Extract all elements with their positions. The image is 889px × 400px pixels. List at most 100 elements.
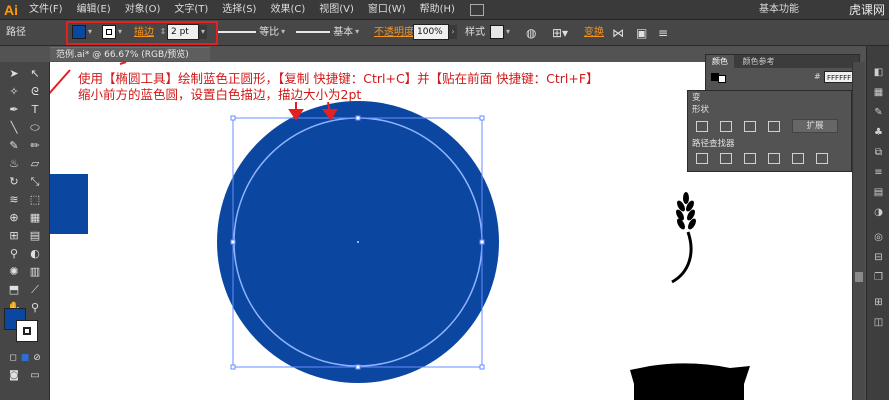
recolor-icon[interactable]: ◍ — [526, 24, 536, 42]
transform-button[interactable]: 变换 — [584, 24, 604, 42]
line-tool-icon[interactable]: ╲ — [5, 120, 23, 136]
pathfinder-icon[interactable]: ◫ — [871, 316, 886, 330]
tab-color-guide[interactable]: 颜色参考 — [737, 55, 781, 68]
screen-mode-icon[interactable]: ▭ — [26, 368, 44, 384]
right-panel-dock: ◧ ▦ ✎ ♣ ⧉ ≡ ▤ ◑ ◎ ⊟ ❐ ⊞ ◫ — [866, 46, 889, 400]
isolate-icon[interactable]: ▣ — [636, 24, 647, 42]
pen-tool-icon[interactable]: ✒ — [5, 102, 23, 118]
menu-edit[interactable]: 编辑(E) — [70, 0, 118, 20]
zoom-tool-icon[interactable]: ⚲ — [26, 300, 44, 316]
magic-wand-icon[interactable]: ✧ — [5, 84, 23, 100]
stroke-color-box[interactable] — [16, 320, 38, 342]
collapsed-tab-shape[interactable]: 形状 — [692, 103, 709, 115]
exclude-icon[interactable] — [768, 121, 780, 132]
toolbox: ➤ ↖ ✧ ᘓ ✒ T ╲ ⬭ ✎ ✏ ♨ ▱ ↻ ⤡ ≋ ⬚ ⊕ ▦ ⊞ ▤ … — [0, 62, 50, 400]
symbols-icon[interactable]: ♣ — [871, 126, 886, 140]
opacity-control[interactable]: 100% › — [413, 24, 457, 42]
opacity-label[interactable]: 不透明度 — [374, 24, 414, 42]
bridge-icon[interactable] — [469, 3, 484, 16]
menu-view[interactable]: 视图(V) — [312, 0, 361, 20]
shape-builder-icon[interactable]: ⊕ — [5, 210, 23, 226]
width-tool-icon[interactable]: ≋ — [5, 192, 23, 208]
artboard-tool-icon[interactable]: ⬒ — [5, 282, 23, 298]
color-panel-tabs: 颜色 颜色参考 — [706, 55, 859, 68]
selection-tool-icon[interactable]: ➤ — [5, 66, 23, 82]
mesh-tool-icon[interactable]: ⊞ — [5, 228, 23, 244]
menu-window[interactable]: 窗口(W) — [361, 0, 413, 20]
chevron-right-icon[interactable]: › — [449, 25, 457, 39]
eyedropper-icon[interactable]: ⚲ — [5, 246, 23, 262]
trim-icon[interactable] — [720, 153, 732, 164]
eraser-icon[interactable]: ▱ — [26, 156, 44, 172]
chevron-down-icon[interactable]: ▾ — [279, 25, 287, 39]
paintbrush-icon[interactable]: ✎ — [5, 138, 23, 154]
gradient-tool-icon[interactable]: ▤ — [26, 228, 44, 244]
type-tool-icon[interactable]: T — [26, 102, 44, 118]
merge-icon[interactable] — [744, 153, 756, 164]
rotate-icon[interactable]: ↻ — [5, 174, 23, 190]
scale-icon[interactable]: ⤡ — [26, 174, 44, 190]
crop-icon[interactable] — [768, 153, 780, 164]
style-control[interactable]: ▾ — [490, 24, 512, 42]
black-bottom-shape[interactable] — [630, 363, 750, 400]
gradient-panel-icon[interactable]: ▤ — [871, 186, 886, 200]
graphic-styles-icon[interactable]: ⧉ — [871, 146, 886, 160]
workspace-switcher[interactable]: 基本功能 — [759, 0, 799, 20]
direct-selection-icon[interactable]: ↖ — [26, 66, 44, 82]
menu-type[interactable]: 文字(T) — [167, 0, 215, 20]
align-grid-icon[interactable]: ⊞▾ — [552, 24, 568, 42]
pathfinder-panel: 变 形状 扩展 路径查找器 — [687, 90, 852, 172]
ellipse-tool-icon[interactable]: ⬭ — [26, 120, 44, 136]
expand-button[interactable]: 扩展 — [792, 119, 838, 133]
scrollbar-thumb[interactable] — [855, 272, 863, 282]
transform-each-icon[interactable]: ⋈ — [612, 24, 624, 42]
menu-help[interactable]: 帮助(H) — [413, 0, 462, 20]
menu-select[interactable]: 选择(S) — [215, 0, 263, 20]
document-tab[interactable]: 范例.ai* @ 66.67% (RGB/预览) — [50, 47, 210, 61]
draw-mode-icon[interactable]: ◙ — [5, 368, 23, 384]
divide-icon[interactable] — [696, 153, 708, 164]
slice-tool-icon[interactable]: ⟋ — [26, 282, 44, 298]
opacity-input[interactable]: 100% — [413, 24, 449, 40]
stroke-panel-icon[interactable]: ≡ — [871, 166, 886, 180]
blend-tool-icon[interactable]: ◐ — [26, 246, 44, 262]
brush-definition[interactable]: 基本 ▾ — [296, 24, 361, 42]
pencil-icon[interactable]: ✏ — [26, 138, 44, 154]
minus-front-icon[interactable] — [720, 121, 732, 132]
chevron-down-icon[interactable]: ▾ — [353, 25, 361, 39]
minus-back-icon[interactable] — [816, 153, 828, 164]
hash-label: # — [814, 72, 821, 81]
none-mode-icon[interactable]: ⊘ — [28, 350, 46, 366]
free-transform-icon[interactable]: ⬚ — [26, 192, 44, 208]
style-swatch[interactable] — [490, 25, 504, 39]
color-panel-icon[interactable]: ◧ — [871, 66, 886, 80]
menu-file[interactable]: 文件(F) — [22, 0, 70, 20]
transform-icon[interactable]: ⊞ — [871, 296, 886, 310]
menu-object[interactable]: 对象(O) — [118, 0, 168, 20]
vertical-scrollbar[interactable] — [852, 62, 865, 400]
variable-width-profile[interactable]: 等比 ▾ — [218, 24, 287, 42]
transparency-icon[interactable]: ◑ — [871, 206, 886, 220]
swatches-icon[interactable]: ▦ — [871, 86, 886, 100]
perspective-grid-icon[interactable]: ▦ — [26, 210, 44, 226]
layers-icon[interactable]: ❐ — [871, 271, 886, 285]
align-icon[interactable]: ⊟ — [871, 251, 886, 265]
panel-menu-icon[interactable]: ≡ — [658, 24, 668, 42]
menu-effect[interactable]: 效果(C) — [263, 0, 312, 20]
unite-icon[interactable] — [696, 121, 708, 132]
intersect-icon[interactable] — [744, 121, 756, 132]
symbol-sprayer-icon[interactable]: ✺ — [5, 264, 23, 280]
brushes-icon[interactable]: ✎ — [871, 106, 886, 120]
tab-color[interactable]: 颜色 — [706, 55, 734, 68]
collapsed-tab-transform[interactable]: 变 — [692, 91, 701, 103]
brand-watermark: 虎课网 — [848, 3, 885, 17]
pathfinder-title: 路径查找器 — [692, 139, 735, 149]
chevron-down-icon[interactable]: ▾ — [504, 25, 512, 39]
appearance-icon[interactable]: ◎ — [871, 231, 886, 245]
lasso-icon[interactable]: ᘓ — [26, 84, 44, 100]
stroke-mini-swatch[interactable] — [718, 75, 726, 83]
graph-tool-icon[interactable]: ▥ — [26, 264, 44, 280]
outline-icon[interactable] — [792, 153, 804, 164]
blob-brush-icon[interactable]: ♨ — [5, 156, 23, 172]
app-logo: Ai — [4, 1, 18, 18]
